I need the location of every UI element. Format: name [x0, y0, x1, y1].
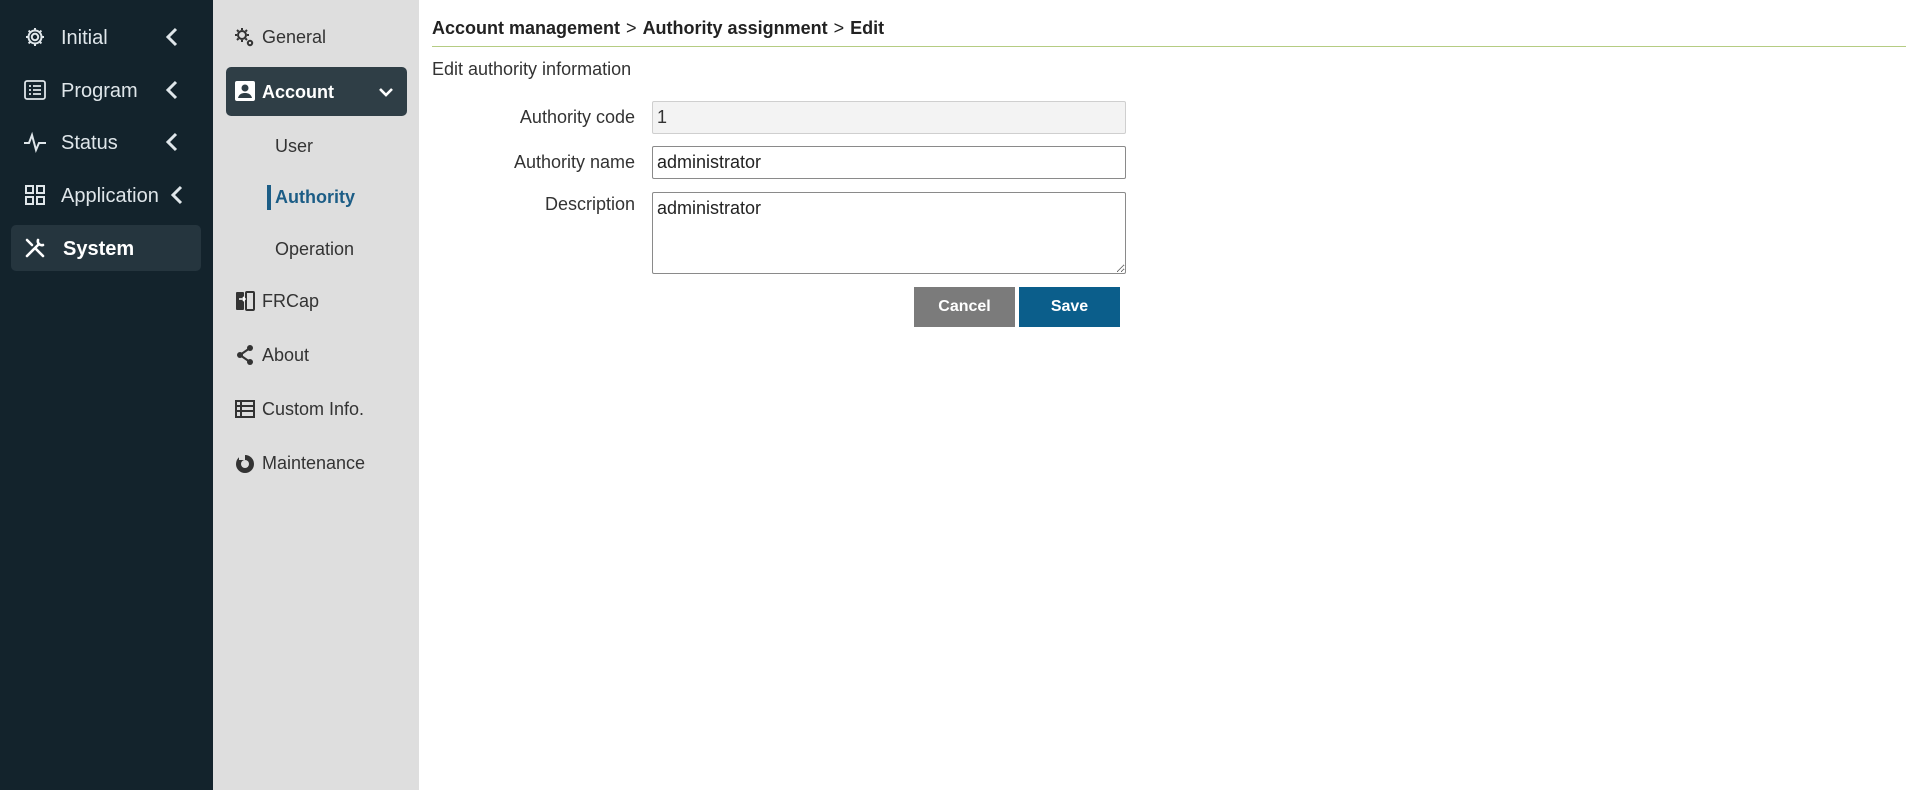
subnav-item-custom-info[interactable]: Custom Info.: [226, 388, 406, 428]
subnav-item-label: FRCap: [262, 291, 320, 311]
chevron-left-icon: [161, 130, 185, 154]
breadcrumb-separator: >: [626, 18, 637, 38]
breadcrumb: Account management > Authority assignment >…: [432, 18, 884, 39]
secondary-nav: General Account User Authority Operation: [213, 0, 419, 790]
authority-code-label: Authority code: [519, 107, 635, 127]
nav-item-label: Status: [61, 132, 118, 154]
subnav-item-about[interactable]: About: [226, 334, 406, 374]
subitem-label: Operation: [275, 239, 355, 259]
nav-item-label: Application: [61, 185, 159, 207]
user-badge-icon: [234, 80, 256, 102]
breadcrumb-edit: Edit: [850, 18, 885, 38]
maintenance-icon: [234, 452, 256, 474]
breadcrumb-account-management[interactable]: Account management: [432, 18, 620, 38]
subnav-item-label: About: [262, 345, 310, 365]
grid-icon: [23, 183, 47, 207]
subnav-item-account[interactable]: Account: [226, 67, 407, 116]
title-divider: [432, 46, 1906, 47]
breadcrumb-authority-assignment[interactable]: Authority assignment: [643, 18, 828, 38]
nav-item-status[interactable]: Status: [11, 119, 201, 165]
subitem-label: User: [275, 136, 314, 156]
primary-nav: Initial Program Status Application Syste…: [0, 0, 213, 790]
subnav-item-general[interactable]: General: [226, 16, 406, 56]
chevron-left-icon: [166, 183, 190, 207]
chevron-down-icon: [376, 82, 396, 102]
nav-item-label: Program: [61, 80, 138, 102]
gear-icon: [23, 25, 47, 49]
nav-item-label: System: [63, 238, 135, 260]
chevron-left-icon: [161, 78, 185, 102]
nav-item-program[interactable]: Program: [11, 67, 201, 113]
subnav-item-label: Custom Info.: [262, 399, 365, 419]
tools-icon: [23, 236, 47, 260]
subitem-label: Authority: [275, 187, 355, 207]
subnav-item-maintenance[interactable]: Maintenance: [226, 442, 406, 482]
pulse-icon: [23, 130, 47, 154]
nav-item-label: Initial: [61, 27, 108, 49]
chevron-left-icon: [161, 25, 185, 49]
subnav-item-label: General: [262, 27, 327, 47]
nav-item-application[interactable]: Application: [11, 172, 201, 218]
authority-code-field: [652, 101, 1126, 134]
authority-name-label: Authority name: [513, 152, 635, 172]
share-icon: [234, 344, 256, 366]
frcap-icon: [234, 290, 256, 312]
save-button[interactable]: Save: [1019, 287, 1120, 327]
list-icon: [23, 78, 47, 102]
subnav-item-label: Account: [262, 82, 334, 102]
main-content: Account management > Authority assignment >…: [419, 0, 1914, 790]
cancel-button[interactable]: Cancel: [914, 287, 1015, 327]
subnav-item-frcap[interactable]: FRCap: [226, 280, 406, 320]
form-subtitle: Edit authority information: [432, 59, 632, 79]
active-indicator: [267, 185, 271, 210]
authority-name-field[interactable]: [652, 146, 1126, 179]
nav-item-initial[interactable]: Initial: [11, 14, 201, 60]
breadcrumb-separator: >: [833, 18, 845, 38]
gears-icon: [234, 26, 256, 48]
nav-item-system[interactable]: System: [11, 225, 201, 271]
description-field[interactable]: administrator: [652, 192, 1126, 274]
subnav-item-label: Maintenance: [262, 453, 366, 473]
description-label: Description: [544, 194, 635, 214]
table-icon: [234, 398, 256, 420]
